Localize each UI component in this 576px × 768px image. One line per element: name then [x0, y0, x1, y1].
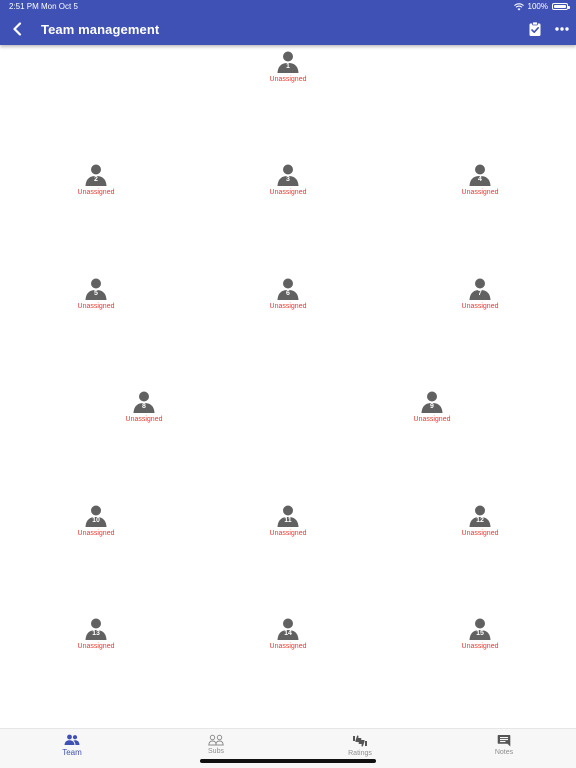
player-slot-13[interactable]: 13 Unassigned: [51, 617, 141, 657]
player-status: Unassigned: [269, 530, 307, 537]
team-field: 1 Unassigned 2 Unassigned 3 Unassigned 4…: [0, 45, 576, 728]
battery-percent: 100%: [527, 2, 548, 11]
player-slot-1[interactable]: 1 Unassigned: [243, 50, 333, 90]
notes-icon: [497, 735, 511, 747]
player-slot-11[interactable]: 11 Unassigned: [243, 504, 333, 544]
status-date: Mon Oct 5: [41, 2, 78, 11]
nav-label: Subs: [208, 748, 224, 755]
avatar: 9: [420, 390, 444, 414]
nav-label: Ratings: [348, 750, 372, 757]
wifi-icon: [513, 2, 524, 10]
avatar: 4: [468, 163, 492, 187]
player-status: Unassigned: [77, 643, 115, 650]
avatar: 12: [468, 504, 492, 528]
player-number: 9: [430, 403, 434, 410]
player-status: Unassigned: [125, 416, 163, 423]
player-number: 15: [476, 630, 484, 637]
player-number: 13: [92, 630, 100, 637]
player-number: 10: [92, 517, 100, 524]
player-status: Unassigned: [77, 530, 115, 537]
player-number: 8: [142, 403, 146, 410]
player-slot-9[interactable]: 9 Unassigned: [387, 390, 477, 430]
app-bar: 2:51 PM Mon Oct 5 100% Team management: [0, 0, 576, 45]
player-number: 1: [286, 63, 290, 70]
more-button[interactable]: [553, 21, 571, 37]
ratings-icon: [353, 735, 367, 747]
player-status: Unassigned: [77, 189, 115, 196]
player-number: 14: [284, 630, 292, 637]
checklist-button[interactable]: [527, 21, 543, 37]
player-slot-15[interactable]: 15 Unassigned: [435, 617, 525, 657]
avatar: 10: [84, 504, 108, 528]
player-slot-6[interactable]: 6 Unassigned: [243, 277, 333, 317]
player-slot-7[interactable]: 7 Unassigned: [435, 277, 525, 317]
player-status: Unassigned: [269, 76, 307, 83]
nav-tab-team[interactable]: Team: [32, 734, 112, 757]
avatar: 8: [132, 390, 156, 414]
avatar: 14: [276, 617, 300, 641]
avatar: 11: [276, 504, 300, 528]
player-status: Unassigned: [269, 643, 307, 650]
status-bar: 2:51 PM Mon Oct 5 100%: [0, 0, 576, 14]
player-slot-12[interactable]: 12 Unassigned: [435, 504, 525, 544]
battery-icon: [552, 3, 570, 10]
avatar: 13: [84, 617, 108, 641]
status-time: 2:51 PM: [9, 2, 39, 11]
team-icon: [64, 734, 80, 745]
nav-tab-subs[interactable]: Subs: [176, 734, 256, 755]
player-status: Unassigned: [269, 189, 307, 196]
player-status: Unassigned: [461, 643, 499, 650]
nav-label: Notes: [494, 749, 514, 756]
player-number: 11: [284, 517, 292, 524]
chevron-left-icon: [13, 22, 22, 36]
nav-tab-ratings[interactable]: Ratings: [320, 734, 400, 757]
status-right: 100%: [513, 2, 570, 11]
player-number: 2: [94, 176, 98, 183]
page-title: Team management: [41, 22, 160, 37]
avatar: 2: [84, 163, 108, 187]
player-number: 3: [286, 176, 290, 183]
player-slot-5[interactable]: 5 Unassigned: [51, 277, 141, 317]
player-slot-3[interactable]: 3 Unassigned: [243, 163, 333, 203]
avatar: 6: [276, 277, 300, 301]
player-slot-4[interactable]: 4 Unassigned: [435, 163, 525, 203]
player-number: 12: [476, 517, 484, 524]
player-slot-8[interactable]: 8 Unassigned: [99, 390, 189, 430]
back-button[interactable]: [8, 20, 26, 38]
subs-icon: [208, 734, 224, 746]
player-status: Unassigned: [269, 303, 307, 310]
more-horizontal-icon: [555, 27, 569, 31]
player-slot-2[interactable]: 2 Unassigned: [51, 163, 141, 203]
player-number: 6: [286, 290, 290, 297]
clipboard-check-icon: [529, 21, 541, 36]
nav-label: Team: [62, 748, 82, 757]
player-number: 4: [478, 176, 482, 183]
player-number: 7: [478, 290, 482, 297]
player-status: Unassigned: [413, 416, 451, 423]
nav-tab-notes[interactable]: Notes: [464, 734, 544, 756]
player-status: Unassigned: [77, 303, 115, 310]
avatar: 1: [276, 50, 300, 74]
home-indicator[interactable]: [200, 759, 376, 763]
avatar: 5: [84, 277, 108, 301]
avatar: 3: [276, 163, 300, 187]
player-status: Unassigned: [461, 189, 499, 196]
player-status: Unassigned: [461, 303, 499, 310]
avatar: 7: [468, 277, 492, 301]
player-slot-14[interactable]: 14 Unassigned: [243, 617, 333, 657]
player-status: Unassigned: [461, 530, 499, 537]
player-number: 5: [94, 290, 98, 297]
avatar: 15: [468, 617, 492, 641]
player-slot-10[interactable]: 10 Unassigned: [51, 504, 141, 544]
